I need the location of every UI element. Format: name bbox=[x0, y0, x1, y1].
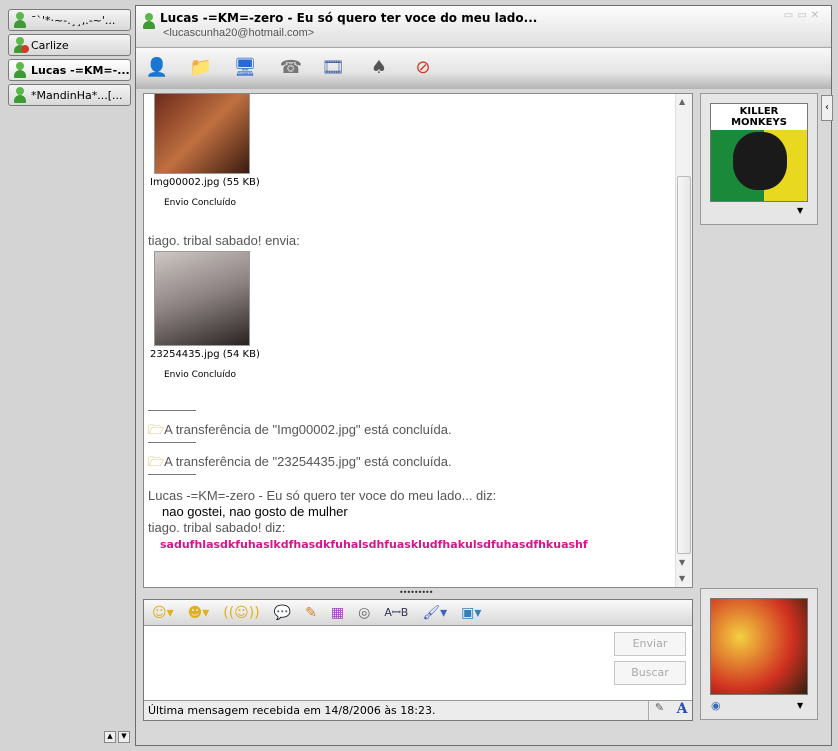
activities-button[interactable]: 🎞 bbox=[320, 54, 346, 80]
tabs-scroll-up-button[interactable]: ▲ bbox=[104, 731, 116, 743]
collapse-panel-button[interactable]: ‹ bbox=[821, 95, 833, 121]
background-icon[interactable]: ✎ bbox=[305, 605, 317, 621]
games-button[interactable]: ♠ bbox=[366, 54, 392, 80]
handwriting-icon[interactable]: ✎ bbox=[648, 701, 670, 720]
main-toolbar: 👤 📁 🖥 ☎ 🎞 ♠ ⊘ bbox=[136, 47, 831, 89]
system-message: A transferência de "Img00002.jpg" está c… bbox=[164, 422, 452, 437]
tabs-scroll-down-button[interactable]: ▼ bbox=[118, 731, 130, 743]
status-bar: Última mensagem recebida em 14/8/2006 às… bbox=[144, 700, 692, 720]
status-text: Última mensagem recebida em 14/8/2006 às… bbox=[148, 704, 436, 717]
folder-icon: 🗁 bbox=[148, 454, 165, 469]
emoticon-icon[interactable]: ☺▾ bbox=[152, 605, 174, 621]
picture-icon[interactable]: ▣▾ bbox=[461, 605, 481, 621]
send-button[interactable]: Enviar bbox=[614, 632, 686, 656]
add-contact-icon: 👤 bbox=[145, 56, 169, 78]
buddy-online-icon bbox=[13, 12, 27, 28]
conversation-tab[interactable]: Carlize bbox=[8, 34, 131, 56]
text-mode-icon[interactable]: A bbox=[672, 701, 692, 720]
voice-call-button[interactable]: ☎ bbox=[278, 54, 304, 80]
monkey-logo bbox=[733, 132, 787, 190]
webcam-icon[interactable]: ◉ bbox=[711, 699, 721, 712]
buddy-blocked-icon bbox=[13, 37, 29, 53]
file-caption: 23254435.jpg (54 KB) bbox=[150, 349, 260, 360]
file-caption: Img00002.jpg (55 KB) bbox=[150, 177, 260, 188]
block-icon: ⊘ bbox=[415, 56, 431, 78]
received-image-thumbnail[interactable] bbox=[154, 94, 250, 174]
chat-scrollbar[interactable]: ▲ ▼ ▼ bbox=[675, 94, 692, 587]
film-music-icon: 🎞 bbox=[321, 56, 345, 78]
tab-label: ¯`'*·~-.¸¸,.-~'... bbox=[31, 13, 116, 27]
block-contact-button[interactable]: ⊘ bbox=[410, 54, 436, 80]
contact-email: <lucascunha20@hotmail.com> bbox=[163, 27, 315, 39]
format-toolbar: ☺▾ ☻▾ ((☺)) 💬 ✎ ▦ ◎ AꟷB 🖌▾ ▣▾ bbox=[144, 600, 692, 626]
contact-display-picture[interactable]: KILLER MONKEYS ▼ bbox=[700, 93, 818, 225]
scroll-bottom-arrow[interactable]: ▼ bbox=[679, 574, 685, 583]
tab-label: Carlize bbox=[31, 38, 69, 52]
webcam-phone-icon: 🖥 bbox=[233, 56, 257, 78]
divider bbox=[148, 410, 196, 411]
splitter-handle[interactable]: ••••••••• bbox=[399, 588, 433, 597]
invite-contact-button[interactable]: 👤 bbox=[144, 54, 170, 80]
font-icon[interactable]: AꟷB bbox=[384, 605, 408, 620]
chevron-down-icon[interactable]: ▼ bbox=[797, 206, 803, 215]
transfer-status: Envio Concluído bbox=[164, 370, 236, 380]
folder-icon: 📁 bbox=[189, 56, 213, 78]
nudge-icon[interactable]: ((☺)) bbox=[223, 605, 259, 621]
own-avatar bbox=[710, 598, 808, 695]
video-call-button[interactable]: 🖥 bbox=[232, 54, 258, 80]
conversation-header: Lucas -=KM=-zero - Eu só quero ter voce … bbox=[136, 6, 831, 46]
scrollbar-thumb[interactable] bbox=[677, 176, 691, 554]
conversation-tab[interactable]: ¯`'*·~-.¸¸,.-~'... bbox=[8, 9, 131, 31]
buddy-online-icon bbox=[13, 87, 27, 103]
chat-history[interactable]: Img00002.jpg (55 KB) Envio Concluído tia… bbox=[143, 93, 693, 588]
phone-icon: ☎ bbox=[279, 56, 303, 78]
received-image-thumbnail[interactable] bbox=[154, 251, 250, 346]
wink-icon[interactable]: ☻▾ bbox=[188, 605, 210, 621]
message-sender: Lucas -=KM=-zero - Eu só quero ter voce … bbox=[148, 488, 497, 503]
compose-panel: ☺▾ ☻▾ ((☺)) 💬 ✎ ▦ ◎ AꟷB 🖌▾ ▣▾ Enviar Bus… bbox=[143, 599, 693, 721]
divider bbox=[148, 442, 196, 443]
contact-name: Lucas -=KM=-zero - Eu só quero ter voce … bbox=[160, 11, 538, 25]
scroll-up-arrow[interactable]: ▲ bbox=[679, 97, 685, 106]
send-notice: tiago. tribal sabado! envia: bbox=[148, 233, 300, 248]
chevron-down-icon[interactable]: ▼ bbox=[797, 701, 803, 710]
message-text: nao gostei, nao gosto de mulher bbox=[162, 504, 348, 519]
window-controls[interactable]: ▭▭✕ bbox=[784, 10, 823, 21]
message-input[interactable] bbox=[144, 627, 609, 700]
buddy-online-icon bbox=[13, 62, 27, 78]
avatar-logo-text: KILLER MONKEYS bbox=[711, 104, 807, 130]
system-message: A transferência de "23254435.jpg" está c… bbox=[164, 454, 452, 469]
own-display-picture[interactable]: ◉ ▼ bbox=[700, 588, 818, 720]
message-sender: tiago. tribal sabado! diz: bbox=[148, 520, 286, 535]
divider bbox=[148, 474, 196, 475]
paintbrush-icon[interactable]: 🖌▾ bbox=[422, 605, 447, 621]
conversation-tab[interactable]: *MandinHa*...[... bbox=[8, 84, 131, 106]
tab-label: Lucas -=KM=-... bbox=[31, 63, 130, 77]
tab-label: *MandinHa*...[... bbox=[31, 88, 123, 102]
voice-clip-icon[interactable]: 💬 bbox=[274, 605, 291, 621]
message-text: sadufhlasdkfuhaslkdfhasdkfuhalsdhfuasklu… bbox=[160, 538, 588, 551]
sound-icon[interactable]: ◎ bbox=[358, 605, 370, 621]
folder-icon: 🗁 bbox=[148, 422, 165, 437]
send-files-button[interactable]: 📁 bbox=[188, 54, 214, 80]
transfer-status: Envio Concluído bbox=[164, 198, 236, 208]
cards-icon: ♠ bbox=[370, 56, 388, 78]
conversation-tab-active[interactable]: Lucas -=KM=-... bbox=[8, 59, 131, 81]
search-button[interactable]: Buscar bbox=[614, 661, 686, 685]
color-grid-icon[interactable]: ▦ bbox=[331, 605, 344, 621]
contact-avatar: KILLER MONKEYS bbox=[710, 103, 808, 202]
scroll-down-arrow[interactable]: ▼ bbox=[679, 558, 685, 567]
